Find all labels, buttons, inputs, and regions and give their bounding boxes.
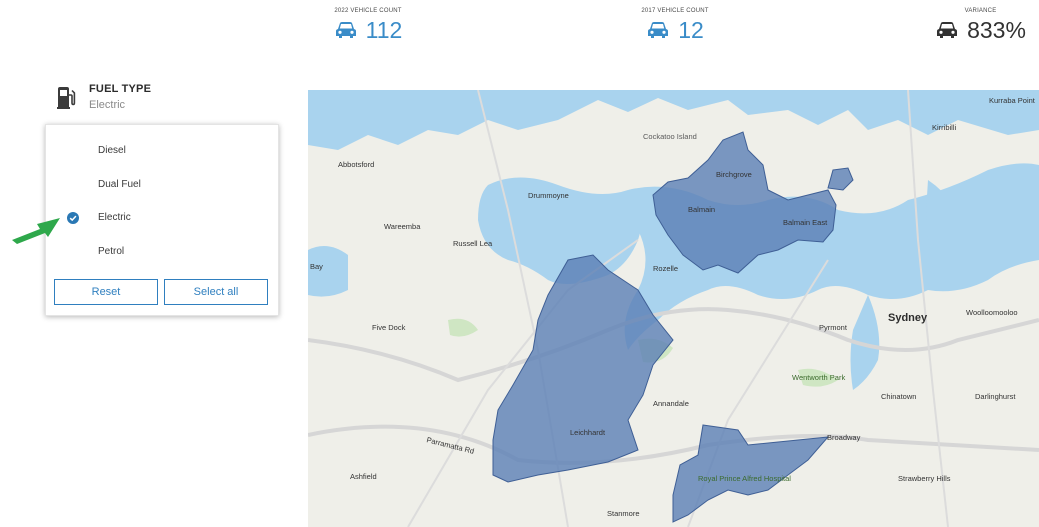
filter-title: FUEL TYPE <box>89 83 152 95</box>
basemap <box>308 90 1039 527</box>
kpi-2022-vehicle-count: 2022 VEHICLE COUNT 112 <box>328 8 408 43</box>
car-icon <box>335 22 356 38</box>
map-label-rozelle: Rozelle <box>653 264 679 273</box>
map-label-kirribilli: Kirribilli <box>932 123 957 132</box>
map-label-sydney: Sydney <box>888 312 928 324</box>
map-label-darlinghurst: Darlinghurst <box>975 392 1016 401</box>
option-label: Electric <box>98 212 131 223</box>
kpi-label: 2022 VEHICLE COUNT <box>334 8 402 14</box>
fuel-type-dropdown: Diesel Dual Fuel Electric Petrol Reset S… <box>45 124 279 316</box>
option-label: Diesel <box>98 145 126 156</box>
map-label-birchgrove: Birchgrove <box>716 170 752 179</box>
option-label: Dual Fuel <box>98 179 141 190</box>
map-label-leichhardt: Leichhardt <box>570 428 606 437</box>
map-label-pyrmont: Pyrmont <box>819 323 847 332</box>
option-electric[interactable]: Electric <box>46 206 278 230</box>
kpi-value: 12 <box>678 17 704 43</box>
kpi-2017-vehicle-count: 2017 VEHICLE COUNT 12 <box>640 8 710 43</box>
map-label-chinatown: Chinatown <box>881 392 917 401</box>
map-label-balmain: Balmain <box>688 205 716 214</box>
kpi-label: 2017 VEHICLE COUNT <box>641 8 709 14</box>
fuel-pump-icon <box>57 87 76 109</box>
map-label-broadway: Broadway <box>827 433 861 442</box>
map-label-woolloomooloo: Woolloomooloo <box>966 308 1018 317</box>
arrow-right-icon <box>12 218 60 244</box>
map-label-wareemba: Wareemba <box>384 222 421 231</box>
car-icon <box>648 22 669 38</box>
kpi-value: 833% <box>967 17 1026 43</box>
map-label-royal-prince-alfred: Royal Prince Alfred Hospital <box>698 474 791 483</box>
reset-button[interactable]: Reset <box>54 279 158 305</box>
map-label-strawberry-hills: Strawberry Hills <box>898 474 951 483</box>
car-icon <box>937 22 958 38</box>
option-petrol[interactable]: Petrol <box>46 240 278 264</box>
map-label-ashfield: Ashfield <box>350 472 377 481</box>
map-view[interactable]: Sydney Balmain Balmain East Birchgrove R… <box>308 90 1039 527</box>
map-label-russell-lea: Russell Lea <box>453 239 493 248</box>
map-label-drummoyne: Drummoyne <box>528 191 569 200</box>
map-label-cockatoo-island: Cockatoo Island <box>643 132 697 141</box>
map-label-kurraba-point: Kurraba Point <box>989 96 1035 105</box>
option-label: Petrol <box>98 246 125 257</box>
check-circle-icon <box>67 212 79 224</box>
filter-selected-value: Electric <box>89 99 126 111</box>
map-label-wentworth-park: Wentworth Park <box>792 373 846 382</box>
option-dual-fuel[interactable]: Dual Fuel <box>46 173 278 197</box>
map-label-stanmore: Stanmore <box>607 509 640 518</box>
kpi-label: VARIANCE <box>964 8 997 14</box>
map-label-annandale: Annandale <box>653 399 689 408</box>
map-label-abbotsford: Abbotsford <box>338 160 375 169</box>
map-label-balmain-east: Balmain East <box>783 218 828 227</box>
kpi-value: 112 <box>365 17 403 43</box>
fuel-type-filter-header[interactable]: FUEL TYPE Electric <box>54 80 278 120</box>
option-diesel[interactable]: Diesel <box>46 139 278 163</box>
kpi-variance: VARIANCE 833% <box>928 8 1033 43</box>
select-all-button[interactable]: Select all <box>164 279 268 305</box>
map-label-bay: Bay <box>310 262 323 271</box>
map-label-five-dock: Five Dock <box>372 323 406 332</box>
